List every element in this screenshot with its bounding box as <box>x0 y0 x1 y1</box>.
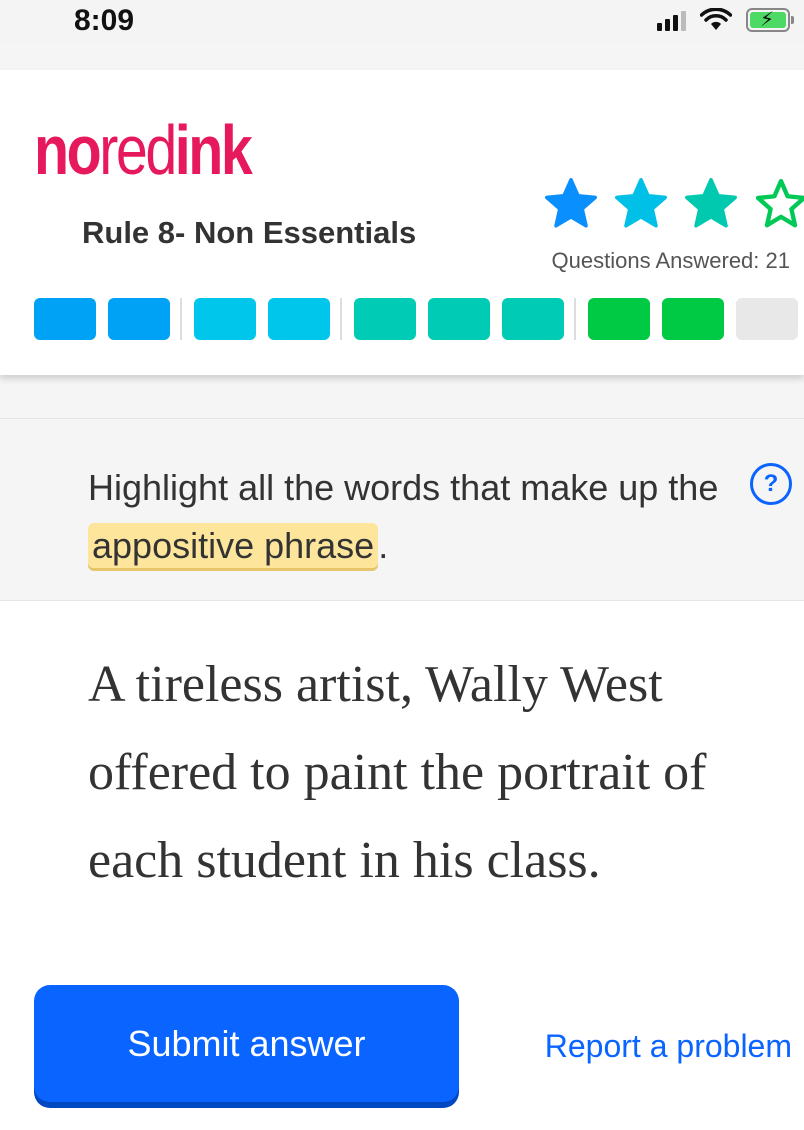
wifi-icon <box>700 8 732 30</box>
instruction-suffix: . <box>378 525 389 566</box>
progress-divider <box>574 298 576 340</box>
progress-segment <box>502 298 564 340</box>
signal-icon <box>657 9 686 31</box>
progress-divider <box>180 298 182 340</box>
instruction-text: Highlight all the words that make up the… <box>88 459 738 575</box>
star-icon-filled <box>540 175 602 233</box>
lesson-header: noredink Rule 8- Non Essentials Question… <box>0 70 804 375</box>
progress-segment <box>268 298 330 340</box>
rule-title: Rule 8- Non Essentials <box>82 215 417 250</box>
progress-segment <box>194 298 256 340</box>
mastery-stars <box>540 175 804 233</box>
star-icon-filled <box>610 175 672 233</box>
star-icon-filled <box>680 175 742 233</box>
instruction-panel: Highlight all the words that make up the… <box>0 418 804 601</box>
star-icon-empty <box>750 175 804 233</box>
progress-segment <box>662 298 724 340</box>
battery-charging-icon: ⚡ <box>746 8 794 32</box>
report-problem-link[interactable]: Report a problem <box>545 1028 792 1065</box>
progress-bar <box>34 298 804 340</box>
exercise-sentence[interactable]: A tireless artist, Wally West offered to… <box>88 641 788 905</box>
status-time: 8:09 <box>74 4 135 37</box>
progress-segment <box>34 298 96 340</box>
progress-segment <box>354 298 416 340</box>
noredink-logo: noredink <box>34 111 253 189</box>
help-icon[interactable]: ? <box>750 463 792 505</box>
status-icons: ⚡ <box>657 8 794 32</box>
instruction-highlight: appositive phrase <box>88 523 379 568</box>
progress-divider <box>340 298 342 340</box>
progress-segment <box>108 298 170 340</box>
status-bar: 8:09 ⚡ <box>0 0 804 44</box>
progress-segment <box>736 298 798 340</box>
progress-segment <box>428 298 490 340</box>
questions-answered-count: Questions Answered: 21 <box>551 248 790 273</box>
progress-segment <box>588 298 650 340</box>
submit-answer-button[interactable]: Submit answer <box>34 985 459 1102</box>
instruction-prefix: Highlight all the words that make up the <box>88 467 719 508</box>
